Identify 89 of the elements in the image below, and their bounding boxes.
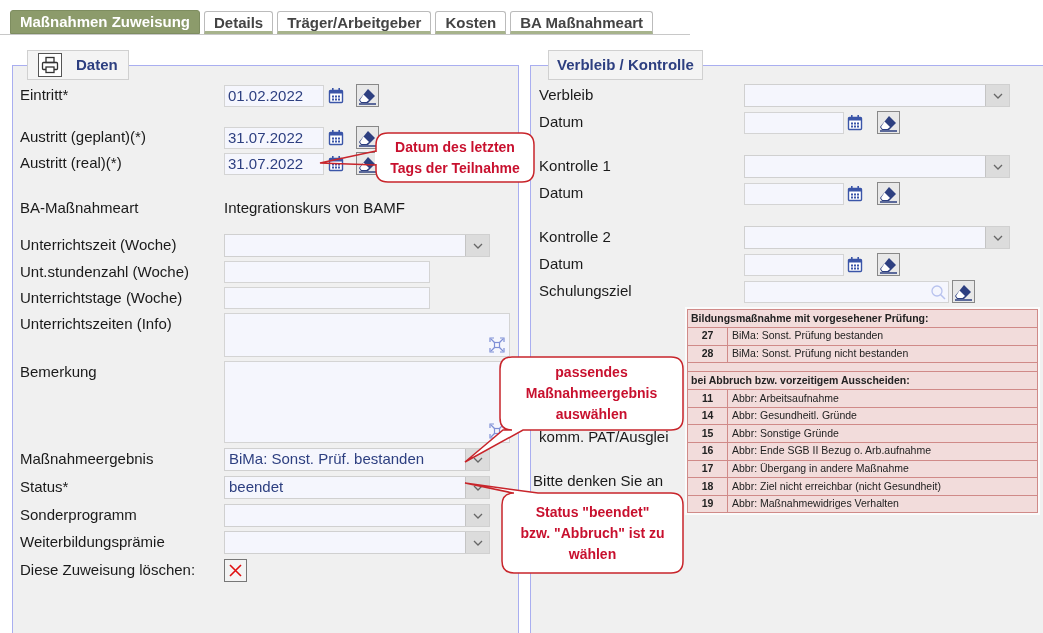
eraser-icon: [879, 255, 899, 274]
section-title: Verbleib / Kontrolle: [557, 54, 694, 75]
printer-icon: [41, 56, 59, 74]
date-field[interactable]: [744, 253, 845, 276]
close-icon: [228, 563, 243, 578]
table-cell: BiMa: Sonst. Prüfung nicht bestanden: [727, 345, 1038, 363]
expand-icon[interactable]: [489, 337, 505, 353]
table-cell: 14: [687, 407, 728, 425]
eraser-button[interactable]: [356, 126, 379, 149]
tab[interactable]: BA Maßnahmeart: [510, 11, 654, 34]
field-label: Bemerkung: [20, 362, 98, 382]
note-text: Bitte denken Sie an: [533, 471, 665, 491]
field-label: Weiterbildungsprämie: [20, 532, 166, 552]
calendar-icon[interactable]: [328, 155, 344, 172]
field-label: Datum: [539, 254, 585, 274]
dropdown[interactable]: BiMa: Sonst. Prüf. bestanden: [224, 448, 490, 471]
calendar-icon[interactable]: [328, 87, 344, 104]
field-label: Unterrichtszeiten (Info): [20, 314, 173, 334]
calendar-icon[interactable]: [847, 185, 864, 202]
calendar-icon[interactable]: [847, 256, 864, 273]
field-label: Unterrichtszeit (Woche): [20, 235, 178, 255]
eraser-icon: [954, 282, 974, 301]
field-label: Unterrichtstage (Woche): [20, 288, 184, 308]
eraser-icon: [358, 128, 377, 147]
table-cell: 15: [687, 424, 728, 443]
dropdown[interactable]: beendet: [224, 476, 490, 499]
tab[interactable]: Träger/Arbeitgeber: [277, 11, 432, 34]
section-title: Daten: [76, 54, 118, 75]
field-label: Diese Zuweisung löschen:: [20, 560, 197, 580]
calendar-icon[interactable]: [847, 114, 864, 131]
field-label: Status*: [20, 477, 70, 497]
field-label: Maßnahmeergebnis: [20, 449, 155, 469]
callout-text: Datum des letzten Tags der Teilnahme: [390, 137, 520, 178]
table-cell: Abbr: Sonstige Gründe: [727, 424, 1038, 443]
date-field[interactable]: [744, 182, 845, 205]
field-label: Unt.stundenzahl (Woche): [20, 262, 190, 282]
table-heading: Bildungsmaßnahme mit vorgesehener Prüfung:: [687, 309, 1038, 328]
field-label: Austritt (real)(*): [20, 153, 123, 173]
calendar-icon[interactable]: [328, 129, 344, 146]
field-label: Kontrolle 1: [539, 156, 612, 176]
table-cell: 27: [687, 327, 728, 346]
date-field[interactable]: 31.07.2022: [224, 126, 324, 149]
table-cell: Abbr: Gesundheitl. Gründe: [727, 407, 1038, 425]
callout-text: passendes Maßnahmeergebnis auswählen: [525, 363, 658, 424]
table-cell: 19: [687, 495, 728, 513]
field-label: Kontrolle 2: [539, 227, 612, 247]
table-cell: Abbr: Ende SGB II Bezug o. Arb.aufnahme: [727, 442, 1038, 461]
eraser-icon: [879, 184, 899, 203]
eraser-icon: [358, 86, 377, 105]
table-cell: 18: [687, 477, 728, 496]
tab[interactable]: Kosten: [435, 11, 507, 34]
table-cell: Abbr: Übergang in andere Maßnahme: [727, 460, 1038, 478]
date-field[interactable]: 01.02.2022: [224, 84, 324, 107]
print-button[interactable]: [38, 53, 62, 77]
field-label: Datum: [539, 112, 585, 132]
table-heading: bei Abbruch bzw. vorzeitigem Ausscheiden:: [687, 371, 1038, 390]
callout-text: Status "beendet" bzw. "Abbruch" ist zu wählen: [520, 502, 665, 564]
table-cell: BiMa: Sonst. Prüfung bestanden: [727, 327, 1038, 346]
eraser-button[interactable]: [877, 182, 901, 205]
table-cell: Abbr: Arbeitsaufnahme: [727, 389, 1038, 408]
tab[interactable]: Details: [204, 11, 274, 34]
search-field[interactable]: [744, 280, 950, 303]
delete-button[interactable]: [224, 559, 247, 582]
text-field[interactable]: [224, 261, 430, 283]
field-label: Verbleib: [539, 85, 595, 105]
table-cell: Abbr: Ziel nicht erreichbar (nicht Gesundheit): [727, 477, 1038, 496]
eraser-button[interactable]: [877, 253, 901, 276]
date-field[interactable]: 31.07.2022: [224, 152, 324, 175]
field-label: Sonderprogramm: [20, 505, 138, 525]
field-label: Austritt (geplant)(*): [20, 127, 147, 147]
field-value: Integrationskurs von BAMF: [224, 198, 405, 218]
date-field[interactable]: [744, 111, 845, 134]
table-cell: Abbr: Maßnahmewidriges Verhalten: [727, 495, 1038, 513]
note-text: komm. PAT/Ausglei: [539, 427, 669, 447]
field-label: Datum: [539, 183, 585, 203]
field-label: BA-Maßnahmeart: [20, 198, 140, 218]
eraser-button[interactable]: [356, 84, 379, 107]
table-cell: 28: [687, 345, 728, 363]
eraser-button[interactable]: [952, 280, 976, 303]
field-label: Eintritt*: [20, 85, 70, 105]
eraser-button[interactable]: [877, 111, 901, 134]
table-cell: 17: [687, 460, 728, 478]
table-cell: 11: [687, 389, 728, 408]
table-cell: 16: [687, 442, 728, 461]
eraser-icon: [358, 154, 377, 173]
field-label: Schulungsziel: [539, 281, 633, 301]
search-icon: [930, 283, 947, 300]
text-field[interactable]: [224, 287, 430, 309]
eraser-icon: [879, 113, 899, 132]
